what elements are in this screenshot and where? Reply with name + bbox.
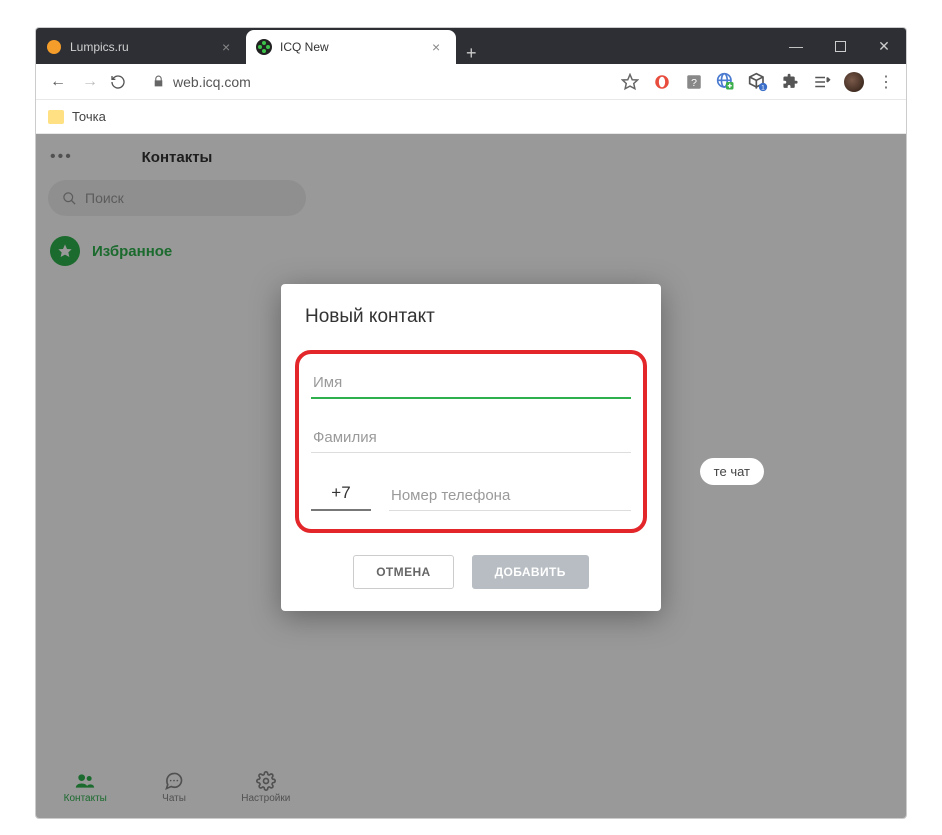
tab-icq-new[interactable]: ICQ New × <box>246 30 456 64</box>
extensions-icon[interactable] <box>780 72 800 92</box>
back-button[interactable]: ← <box>46 73 70 91</box>
media-icon[interactable] <box>812 72 832 92</box>
folder-icon <box>48 110 64 124</box>
cube-badge-icon[interactable]: 1 <box>748 72 768 92</box>
phone-prefix-input[interactable] <box>311 477 371 511</box>
lock-icon <box>152 75 165 88</box>
last-name-input[interactable] <box>311 423 631 453</box>
address-bar: ← → web.icq.com ? 1 <box>36 64 906 100</box>
close-icon[interactable]: × <box>222 40 236 54</box>
phone-number-input[interactable] <box>389 481 631 511</box>
app-surface: ••• Контакты Поиск Избранное <box>36 134 906 818</box>
tab-lumpics[interactable]: Lumpics.ru × <box>36 30 246 64</box>
url-field[interactable]: web.icq.com <box>142 74 612 90</box>
add-button[interactable]: ДОБАВИТЬ <box>472 555 589 589</box>
url-text: web.icq.com <box>173 74 251 90</box>
new-contact-modal: Новый контакт ОТМЕНА ДОБАВИТЬ <box>281 284 661 611</box>
modal-buttons: ОТМЕНА ДОБАВИТЬ <box>305 555 637 589</box>
menu-button[interactable]: ⋮ <box>876 72 896 92</box>
opera-icon[interactable] <box>652 72 672 92</box>
forward-button[interactable]: → <box>78 73 102 91</box>
help-icon[interactable]: ? <box>684 72 704 92</box>
cancel-button[interactable]: ОТМЕНА <box>353 555 453 589</box>
tab-title: Lumpics.ru <box>70 40 222 54</box>
globe-badge-icon[interactable] <box>716 72 736 92</box>
fields-highlight <box>295 350 647 533</box>
window-controls: — ✕ <box>774 28 906 64</box>
toolbar-icons: ? 1 ⋮ <box>620 72 896 92</box>
bookmarks-bar: Точка <box>36 100 906 134</box>
browser-window: Lumpics.ru × ICQ New × + — ✕ ← → <box>36 28 906 818</box>
svg-text:1: 1 <box>761 84 765 91</box>
reload-button[interactable] <box>110 74 134 90</box>
close-icon[interactable]: × <box>432 40 446 54</box>
tab-favicon-icq <box>256 39 272 55</box>
hint-chip: те чат <box>700 458 764 485</box>
star-icon[interactable] <box>620 72 640 92</box>
tab-title: ICQ New <box>280 40 432 54</box>
tab-strip: Lumpics.ru × ICQ New × + <box>36 28 774 64</box>
profile-avatar[interactable] <box>844 72 864 92</box>
minimize-button[interactable]: — <box>774 28 818 64</box>
svg-text:?: ? <box>691 76 697 88</box>
modal-title: Новый контакт <box>305 306 637 328</box>
new-tab-button[interactable]: + <box>456 43 487 64</box>
first-name-input[interactable] <box>311 368 631 399</box>
phone-row <box>311 477 631 511</box>
close-window-button[interactable]: ✕ <box>862 28 906 64</box>
bookmark-item[interactable]: Точка <box>72 109 106 124</box>
tab-favicon-lumpics <box>46 39 62 55</box>
titlebar: Lumpics.ru × ICQ New × + — ✕ <box>36 28 906 64</box>
maximize-button[interactable] <box>818 28 862 64</box>
